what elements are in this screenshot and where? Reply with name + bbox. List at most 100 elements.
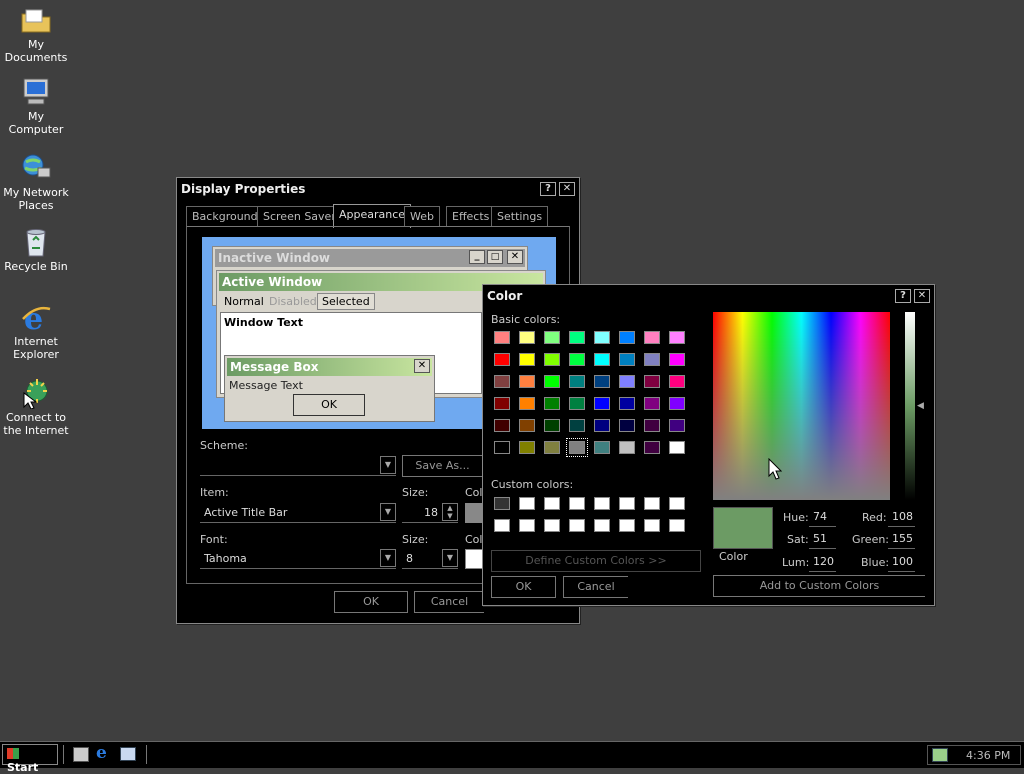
tab-screen-saver[interactable]: Screen Saver — [257, 206, 342, 226]
tab-appearance[interactable]: Appearance — [333, 204, 412, 228]
basic-color-swatch[interactable] — [494, 331, 510, 344]
chevron-down-icon[interactable]: ▼ — [380, 456, 396, 474]
tab-background[interactable]: Background — [186, 206, 264, 226]
custom-color-swatch[interactable] — [519, 497, 535, 510]
title-bar[interactable]: Color ? ✕ — [485, 287, 932, 305]
chevron-down-icon[interactable]: ▼ — [442, 549, 458, 567]
start-button[interactable]: Start — [2, 744, 58, 774]
basic-color-swatch[interactable] — [544, 375, 560, 388]
basic-color-swatch[interactable] — [594, 353, 610, 366]
basic-color-swatch[interactable] — [669, 331, 685, 344]
color-ok-button[interactable]: OK — [491, 576, 556, 598]
red-input[interactable]: 108 — [888, 507, 915, 527]
basic-color-swatch[interactable] — [494, 375, 510, 388]
desktop-icon-network-places[interactable]: My Network Places — [0, 152, 72, 212]
custom-color-swatch[interactable] — [594, 497, 610, 510]
basic-color-swatch[interactable] — [619, 353, 635, 366]
basic-color-swatch[interactable] — [669, 397, 685, 410]
basic-color-swatch[interactable] — [569, 419, 585, 432]
custom-color-swatch[interactable] — [544, 519, 560, 532]
basic-color-swatch[interactable] — [644, 375, 660, 388]
title-bar[interactable]: Display Properties ? ✕ — [179, 180, 577, 198]
basic-color-swatch[interactable] — [619, 375, 635, 388]
basic-color-swatch[interactable] — [619, 441, 635, 454]
basic-color-swatch[interactable] — [669, 441, 685, 454]
basic-color-swatch[interactable] — [519, 331, 535, 344]
custom-color-swatch[interactable] — [544, 497, 560, 510]
custom-color-swatch[interactable] — [569, 497, 585, 510]
basic-color-swatch[interactable] — [594, 441, 610, 454]
basic-color-swatch[interactable] — [619, 397, 635, 410]
basic-color-swatch[interactable] — [494, 441, 510, 454]
basic-color-swatch[interactable] — [519, 397, 535, 410]
basic-color-swatch[interactable] — [644, 397, 660, 410]
basic-color-swatch[interactable] — [544, 397, 560, 410]
luminance-arrow-icon[interactable]: ◀ — [917, 401, 924, 411]
custom-color-swatch[interactable] — [669, 497, 685, 510]
basic-color-swatch[interactable] — [594, 375, 610, 388]
basic-color-swatch[interactable] — [644, 419, 660, 432]
desktop-icon-my-documents[interactable]: My Documents — [0, 4, 72, 64]
close-button[interactable]: ✕ — [914, 289, 930, 303]
basic-color-swatch[interactable] — [644, 441, 660, 454]
clock[interactable]: 4:36 PM — [966, 749, 1010, 762]
basic-color-swatch[interactable] — [644, 353, 660, 366]
basic-color-swatch[interactable] — [569, 375, 585, 388]
basic-color-swatch[interactable] — [519, 419, 535, 432]
basic-color-swatch[interactable] — [569, 331, 585, 344]
sat-input[interactable]: 51 — [809, 529, 836, 549]
basic-color-swatch[interactable] — [569, 397, 585, 410]
desktop-icon-recycle-bin[interactable]: Recycle Bin — [0, 226, 72, 273]
desktop-icon-internet-explorer[interactable]: e Internet Explorer — [0, 301, 72, 361]
internet-explorer-icon[interactable]: e — [96, 743, 107, 763]
basic-color-swatch[interactable] — [569, 353, 585, 366]
custom-color-swatch[interactable] — [619, 519, 635, 532]
ok-button[interactable]: OK — [334, 591, 408, 613]
tab-effects[interactable]: Effects — [446, 206, 496, 226]
basic-color-swatch[interactable] — [594, 397, 610, 410]
hue-input[interactable]: 74 — [809, 507, 836, 527]
tab-settings[interactable]: Settings — [491, 206, 549, 226]
chevron-down-icon[interactable]: ▼ — [380, 503, 396, 521]
basic-color-swatch[interactable] — [619, 331, 635, 344]
help-button[interactable]: ? — [895, 289, 911, 303]
desktop-icon-connect-internet[interactable]: Connect to the Internet — [0, 377, 72, 437]
custom-color-swatch[interactable] — [494, 497, 510, 510]
basic-color-swatch[interactable] — [594, 331, 610, 344]
basic-color-swatch[interactable] — [566, 438, 588, 457]
basic-color-swatch[interactable] — [494, 397, 510, 410]
custom-color-swatch[interactable] — [669, 519, 685, 532]
define-custom-colors-button[interactable]: Define Custom Colors >> — [491, 550, 701, 572]
basic-color-swatch[interactable] — [519, 441, 535, 454]
basic-color-swatch[interactable] — [544, 441, 560, 454]
tab-web[interactable]: Web — [404, 206, 440, 226]
basic-color-swatch[interactable] — [669, 375, 685, 388]
custom-color-swatch[interactable] — [594, 519, 610, 532]
help-button[interactable]: ? — [540, 182, 556, 196]
basic-color-swatch[interactable] — [544, 419, 560, 432]
basic-color-swatch[interactable] — [619, 419, 635, 432]
scheme-dropdown[interactable]: ▼ — [200, 456, 396, 476]
outlook-express-icon[interactable] — [120, 747, 136, 761]
basic-color-swatch[interactable] — [544, 331, 560, 344]
basic-color-swatch[interactable] — [544, 353, 560, 366]
chevron-down-icon[interactable]: ▼ — [380, 549, 396, 567]
item-size-spinner[interactable]: 18 ▲ ▼ — [402, 503, 458, 523]
basic-color-swatch[interactable] — [519, 375, 535, 388]
close-button[interactable]: ✕ — [559, 182, 575, 196]
basic-color-swatch[interactable] — [644, 331, 660, 344]
basic-color-swatch[interactable] — [669, 419, 685, 432]
custom-color-swatch[interactable] — [569, 519, 585, 532]
lum-input[interactable]: 120 — [809, 552, 836, 572]
cancel-button[interactable]: Cancel — [414, 591, 484, 613]
basic-color-swatch[interactable] — [494, 353, 510, 366]
basic-color-swatch[interactable] — [669, 353, 685, 366]
add-to-custom-colors-button[interactable]: Add to Custom Colors — [713, 575, 925, 597]
luminance-slider[interactable] — [905, 312, 915, 500]
basic-color-swatch[interactable] — [494, 419, 510, 432]
color-cancel-button[interactable]: Cancel — [563, 576, 628, 598]
green-input[interactable]: 155 — [888, 529, 915, 549]
network-tray-icon[interactable] — [932, 748, 948, 762]
item-dropdown[interactable]: Active Title Bar ▼ — [200, 503, 396, 523]
spinner-arrows-icon[interactable]: ▲ ▼ — [442, 503, 458, 521]
